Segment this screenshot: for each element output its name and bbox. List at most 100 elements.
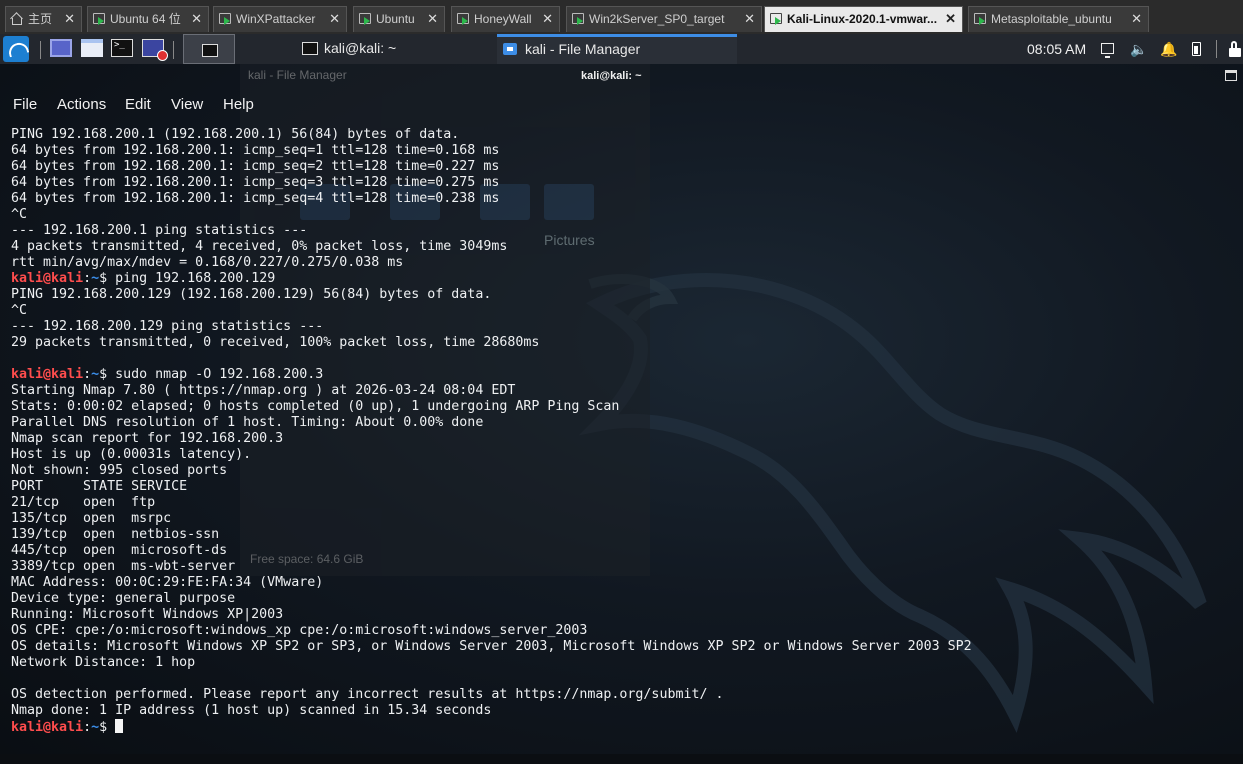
terminal-launcher-icon[interactable] xyxy=(111,39,133,57)
output-line: Starting Nmap 7.80 ( https://nmap.org ) … xyxy=(11,383,516,398)
output-line: ^C xyxy=(11,207,28,222)
vm-tab-label: Kali-Linux-2020.1-vmwar... xyxy=(787,12,938,26)
menu-edit[interactable]: Edit xyxy=(125,96,151,113)
kali-top-panel: kali@kali: ~ kali - File Manager 08:05 A… xyxy=(0,34,1243,64)
vm-tab-label: Win2kServer_SP0_target xyxy=(589,12,725,26)
output-line: PING 192.168.200.129 (192.168.200.129) 5… xyxy=(11,287,492,302)
terminal-titlebar[interactable]: kali@kali: ~ xyxy=(0,64,1243,91)
vm-icon xyxy=(93,13,105,25)
clock[interactable]: 08:05 AM xyxy=(1027,34,1086,64)
terminal-icon xyxy=(202,44,218,57)
notification-bell-icon[interactable]: 🔔 xyxy=(1160,41,1177,57)
close-icon[interactable]: ✕ xyxy=(191,7,202,31)
panel-separator xyxy=(173,41,174,59)
command-text: sudo nmap -O 192.168.200.3 xyxy=(107,367,324,382)
vm-tab[interactable]: Ubuntu 64 位 ✕ xyxy=(87,6,209,32)
close-icon[interactable]: ✕ xyxy=(542,7,553,31)
output-line: 139/tcp open netbios-ssn xyxy=(11,527,220,542)
output-line: 4 packets transmitted, 4 received, 0% pa… xyxy=(11,239,508,254)
prompt-symbol: $ xyxy=(99,720,108,735)
vm-icon xyxy=(974,13,986,25)
output-line: 445/tcp open microsoft-ds xyxy=(11,543,228,558)
maximize-icon[interactable] xyxy=(1225,70,1237,81)
vm-tab[interactable]: Kali-Linux-2020.1-vmwar... ✕ xyxy=(764,6,963,32)
close-icon[interactable]: ✕ xyxy=(744,7,755,31)
battery-icon[interactable] xyxy=(1192,42,1201,56)
output-line: Nmap done: 1 IP address (1 host up) scan… xyxy=(11,703,492,718)
prompt-host: kali xyxy=(51,271,84,286)
prompt-host: kali xyxy=(51,367,84,382)
prompt-at: @ xyxy=(43,367,52,382)
output-line: ^C xyxy=(11,303,28,318)
vm-tab-label: 主页 xyxy=(28,12,53,26)
taskbar-file-manager-button[interactable]: kali - File Manager xyxy=(497,34,737,64)
vm-tab[interactable]: HoneyWall ✕ xyxy=(451,6,560,32)
menu-file[interactable]: File xyxy=(13,96,37,113)
vm-tab[interactable]: 主页 ✕ xyxy=(5,6,82,32)
terminal-title: kali@kali: ~ xyxy=(581,70,642,82)
output-line: PORT STATE SERVICE xyxy=(11,479,188,494)
prompt-line: kali@kali:~$ xyxy=(11,719,972,735)
vm-icon xyxy=(219,13,231,25)
display-icon[interactable] xyxy=(1101,43,1114,58)
close-icon[interactable]: ✕ xyxy=(64,7,75,31)
lock-screen-icon[interactable] xyxy=(1229,41,1241,57)
kali-menu-icon[interactable] xyxy=(3,36,29,62)
prompt-line: kali@kali:~$ ping 192.168.200.129 xyxy=(11,271,972,287)
file-manager-icon xyxy=(503,43,517,55)
volume-icon[interactable]: 🔈 xyxy=(1130,41,1147,57)
vm-tab[interactable]: Win2kServer_SP0_target ✕ xyxy=(566,6,762,32)
vm-tab[interactable]: Ubuntu ✕ xyxy=(353,6,445,32)
output-line: 64 bytes from 192.168.200.1: icmp_seq=2 … xyxy=(11,159,500,174)
output-line: --- 192.168.200.129 ping statistics --- xyxy=(11,319,324,334)
vm-tab[interactable]: Metasploitable_ubuntu ✕ xyxy=(968,6,1149,32)
output-line: Not shown: 995 closed ports xyxy=(11,463,228,478)
prompt-dir: ~ xyxy=(91,367,100,382)
terminal-window[interactable]: kali@kali: ~ File Actions Edit View Help… xyxy=(0,64,1243,754)
show-desktop-icon[interactable] xyxy=(50,39,72,57)
output-line: 29 packets transmitted, 0 received, 100%… xyxy=(11,335,540,350)
taskbar-terminal-button[interactable]: kali@kali: ~ xyxy=(296,34,497,64)
command-text: ping 192.168.200.129 xyxy=(107,271,276,286)
close-icon[interactable]: ✕ xyxy=(945,7,956,31)
output-line: OS detection performed. Please report an… xyxy=(11,687,724,702)
close-icon[interactable]: ✕ xyxy=(427,7,438,31)
output-line: Running: Microsoft Windows XP|2003 xyxy=(11,607,284,622)
terminal-output[interactable]: PING 192.168.200.1 (192.168.200.1) 56(84… xyxy=(11,127,972,735)
output-line: MAC Address: 00:0C:29:FE:FA:34 (VMware) xyxy=(11,575,324,590)
file-manager-launcher-icon[interactable] xyxy=(81,39,103,57)
vm-tab[interactable]: WinXPattacker ✕ xyxy=(213,6,347,32)
prompt-dir: ~ xyxy=(91,271,100,286)
prompt-colon: : xyxy=(83,720,92,735)
prompt-colon: : xyxy=(83,367,92,382)
output-line: Stats: 0:00:02 elapsed; 0 hosts complete… xyxy=(11,399,620,414)
output-line: 64 bytes from 192.168.200.1: icmp_seq=4 … xyxy=(11,191,500,206)
vm-tab-label: WinXPattacker xyxy=(236,12,316,26)
close-icon[interactable]: ✕ xyxy=(329,7,340,31)
prompt-at: @ xyxy=(43,271,52,286)
close-icon[interactable]: ✕ xyxy=(1131,7,1142,31)
prompt-host: kali xyxy=(51,720,84,735)
output-line: 64 bytes from 192.168.200.1: icmp_seq=1 … xyxy=(11,143,500,158)
vm-icon xyxy=(457,13,469,25)
prompt-colon: : xyxy=(83,271,92,286)
output-line: OS CPE: cpe:/o:microsoft:windows_xp cpe:… xyxy=(11,623,588,638)
menu-actions[interactable]: Actions xyxy=(57,96,106,113)
vm-tab-label: Ubuntu xyxy=(376,12,415,26)
panel-separator xyxy=(1216,40,1217,58)
prompt-user: kali xyxy=(11,271,44,286)
prompt-line: kali@kali:~$ sudo nmap -O 192.168.200.3 xyxy=(11,367,972,383)
vm-tab-strip: 主页 ✕ Ubuntu 64 位 ✕ WinXPattacker ✕ Ubuntu ✕ Hone… xyxy=(0,0,1243,35)
prompt-dir: ~ xyxy=(91,720,100,735)
terminal-icon xyxy=(302,42,318,55)
vm-tab-label: HoneyWall xyxy=(474,12,532,26)
text-cursor[interactable] xyxy=(115,719,124,733)
browser-launcher-icon[interactable] xyxy=(142,39,168,61)
workspace-switcher[interactable] xyxy=(183,34,235,64)
menu-view[interactable]: View xyxy=(171,96,203,113)
menu-help[interactable]: Help xyxy=(223,96,254,113)
vm-tab-label: Ubuntu 64 位 xyxy=(110,12,181,26)
prompt-user: kali xyxy=(11,367,44,382)
taskbar-file-manager-label: kali - File Manager xyxy=(525,41,641,57)
